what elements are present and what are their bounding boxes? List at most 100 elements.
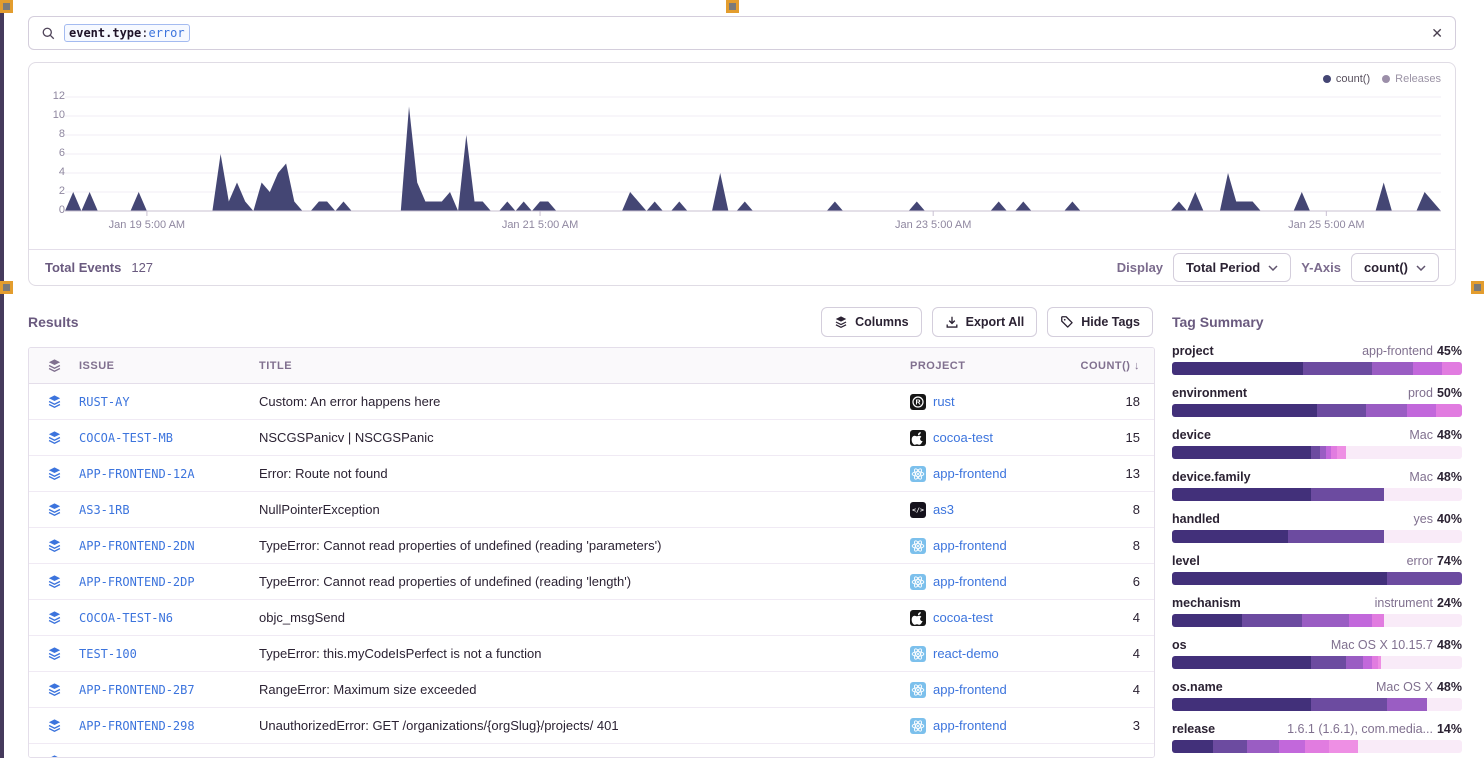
issue-stack-icon[interactable] [29, 466, 79, 481]
issue-link[interactable]: COCOA-TEST-N6 [79, 611, 173, 625]
search-token[interactable]: event.type:error [64, 24, 190, 42]
clear-search-icon[interactable]: ✕ [1431, 26, 1443, 40]
tag-percentage: 48% [1437, 428, 1462, 442]
search-token-value: error [148, 26, 184, 40]
project-link[interactable]: react-demo [933, 646, 999, 661]
table-row: APP-FRONTEND-2B7 RangeError: Maximum size… [29, 672, 1154, 708]
tag-distribution-bar[interactable] [1172, 656, 1462, 669]
issue-stack-icon[interactable] [29, 430, 79, 445]
tag-percentage: 40% [1437, 512, 1462, 526]
title-cell: RangeError: Maximum size exceeded [259, 682, 910, 697]
issue-stack-icon[interactable] [29, 502, 79, 517]
column-header-project[interactable]: PROJECT [910, 360, 1060, 372]
legend-dot-icon [1323, 75, 1331, 83]
tag-bar-segment [1349, 614, 1372, 627]
project-link[interactable]: app-frontend [933, 718, 1007, 733]
selection-handle[interactable] [1471, 281, 1484, 294]
chart-y-tick-label: 8 [35, 128, 65, 140]
yaxis-dropdown[interactable]: count() [1351, 253, 1439, 282]
issue-link[interactable]: APP-FRONTEND-2B7 [79, 683, 195, 697]
columns-button[interactable]: Columns [821, 307, 921, 337]
issue-link[interactable]: APP-FRONTEND-2DN [79, 539, 195, 553]
tag-label-row: os.nameMac OS X48% [1172, 680, 1462, 696]
count-cell: 8 [1060, 502, 1155, 517]
project-link[interactable]: app-frontend [933, 538, 1007, 553]
tag-bar-segment [1363, 656, 1372, 669]
tag-bar-segment [1279, 740, 1305, 753]
issue-link[interactable]: AS3-1RB [79, 503, 130, 517]
issue-link[interactable]: RUST-AY [79, 395, 130, 409]
issue-stack-icon[interactable] [29, 610, 79, 625]
tag-name: release [1172, 722, 1215, 736]
project-link[interactable]: app-frontend [933, 682, 1007, 697]
tag-distribution-bar[interactable] [1172, 362, 1462, 375]
issue-link[interactable]: TEST-100 [79, 647, 137, 661]
hide-tags-button[interactable]: Hide Tags [1047, 307, 1153, 337]
tag-bar-segment [1346, 740, 1358, 753]
tag-top-value: yes40% [1414, 512, 1462, 526]
selection-handle[interactable] [0, 281, 13, 294]
issue-link[interactable]: COCOA-TEST-MB [79, 431, 173, 445]
tag-distribution-bar[interactable] [1172, 572, 1462, 585]
column-header-issue[interactable]: ISSUE [79, 360, 259, 372]
tag-distribution-bar[interactable] [1172, 404, 1462, 417]
count-cell: 8 [1060, 538, 1155, 553]
project-link[interactable]: app-frontend [933, 574, 1007, 589]
issue-stack-icon[interactable] [29, 718, 79, 733]
issue-link[interactable]: APP-FRONTEND-2DP [79, 575, 195, 589]
project-link[interactable]: app-frontend [933, 466, 1007, 481]
tag-value: prod [1408, 386, 1433, 400]
issue-stack-icon[interactable] [29, 754, 79, 758]
search-bar[interactable]: event.type:error ✕ [28, 16, 1456, 50]
stack-icon [834, 315, 848, 329]
yaxis-dropdown-value: count() [1364, 260, 1408, 275]
title-cell: UnauthorizedError: GET /organizations/{o… [259, 718, 910, 733]
project-cell: Rrust [910, 394, 1060, 410]
tag-distribution-bar[interactable] [1172, 488, 1462, 501]
chart-footer: Total Events127 Display Total Period Y-A… [29, 249, 1455, 285]
chart-legend[interactable]: count() Releases [1323, 73, 1441, 85]
search-token-colon: : [141, 26, 148, 40]
search-icon [41, 26, 56, 41]
issue-stack-icon[interactable] [29, 538, 79, 553]
issue-stack-icon[interactable] [29, 646, 79, 661]
issue-link[interactable]: APP-FRONTEND-298 [79, 719, 195, 733]
project-link[interactable]: rust [933, 394, 955, 409]
issue-link[interactable]: APP-FRONTEND-12A [79, 467, 195, 481]
events-area-chart[interactable] [65, 93, 1441, 217]
rust-platform-icon: R [910, 394, 926, 410]
tag-distribution-bar[interactable] [1172, 740, 1462, 753]
project-link[interactable]: cocoa-test [933, 610, 993, 625]
selection-handle[interactable] [726, 0, 739, 13]
tag-value: Mac [1409, 428, 1433, 442]
tag-distribution-bar[interactable] [1172, 530, 1462, 543]
export-all-button[interactable]: Export All [932, 307, 1038, 337]
count-cell: 4 [1060, 610, 1155, 625]
column-header-count[interactable]: COUNT() ↓ [1060, 360, 1155, 372]
table-row: APP-FRONTEND-2DPTypeError: Cannot read p… [29, 564, 1154, 600]
issue-stack-icon[interactable] [29, 394, 79, 409]
legend-item-count[interactable]: count() [1323, 73, 1370, 85]
column-header-title[interactable]: TITLE [259, 360, 910, 372]
tag-top-value: Mac OS X48% [1376, 680, 1462, 694]
issue-stack-icon[interactable] [29, 682, 79, 697]
display-dropdown[interactable]: Total Period [1173, 253, 1291, 282]
legend-item-releases[interactable]: Releases [1382, 73, 1441, 85]
tag-distribution-bar[interactable] [1172, 446, 1462, 459]
issue-cell: APP-FRONTEND-2DP [79, 575, 259, 589]
project-link[interactable]: cocoa-test [933, 430, 993, 445]
selection-handle[interactable] [0, 0, 13, 13]
tag-label-row: deviceMac48% [1172, 428, 1462, 444]
tag-distribution-bar[interactable] [1172, 698, 1462, 711]
tag-name: mechanism [1172, 596, 1241, 610]
tag-bar-segment [1172, 404, 1317, 417]
tag-bar-segment [1172, 698, 1311, 711]
project-link[interactable]: as3 [933, 502, 954, 517]
issue-stack-icon[interactable] [29, 574, 79, 589]
project-cell: cocoa-test [910, 430, 1060, 446]
tag-distribution-bar[interactable] [1172, 614, 1462, 627]
tag-bar-segment [1413, 362, 1442, 375]
react-platform-icon [910, 574, 926, 590]
total-events-label: Total Events [45, 260, 121, 275]
title-cell: Custom: An error happens here [259, 394, 910, 409]
